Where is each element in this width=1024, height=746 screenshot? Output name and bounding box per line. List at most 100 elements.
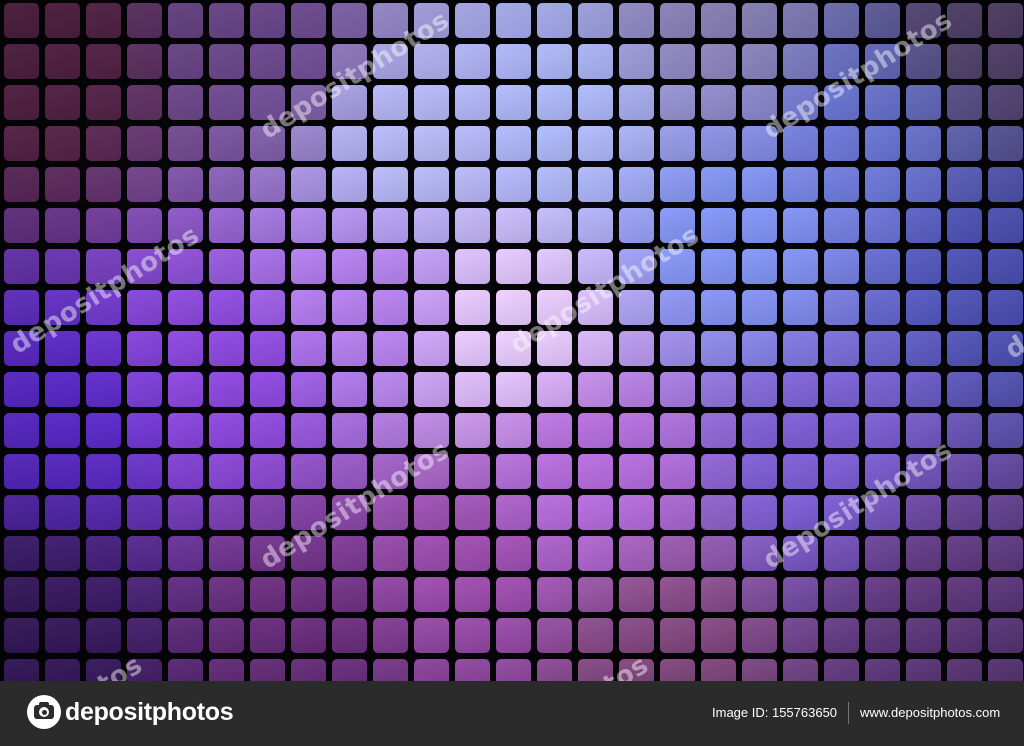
mosaic-tile: [578, 44, 613, 79]
mosaic-tile: [578, 454, 613, 489]
mosaic-tile: [291, 167, 326, 202]
mosaic-tile: [701, 618, 736, 653]
mosaic-tile: [4, 249, 39, 284]
mosaic-tile: [865, 454, 900, 489]
mosaic-tile: [619, 413, 654, 448]
mosaic-tile: [373, 3, 408, 38]
mosaic-tile: [86, 85, 121, 120]
mosaic-tile: [824, 85, 859, 120]
brand-logo[interactable]: depositphotos: [27, 695, 234, 729]
mosaic-tile: [250, 3, 285, 38]
mosaic-tile: [250, 659, 285, 681]
mosaic-tile: [127, 618, 162, 653]
mosaic-tile: [701, 577, 736, 612]
mosaic-tile: [373, 577, 408, 612]
mosaic-tile: [86, 3, 121, 38]
mosaic-tile: [660, 331, 695, 366]
mosaic-tile: [127, 372, 162, 407]
mosaic-tile: [127, 249, 162, 284]
mosaic-tile: [45, 167, 80, 202]
mosaic-tile: [496, 126, 531, 161]
mosaic-tile: [701, 413, 736, 448]
mosaic-tile: [209, 577, 244, 612]
mosaic-tile: [4, 167, 39, 202]
mosaic-tile: [619, 3, 654, 38]
mosaic-tile: [865, 44, 900, 79]
mosaic-tile: [86, 208, 121, 243]
mosaic-tile: [537, 659, 572, 681]
mosaic-tile: [86, 536, 121, 571]
mosaic-tile: [988, 372, 1023, 407]
mosaic-tile: [865, 290, 900, 325]
mosaic-tile: [250, 331, 285, 366]
mosaic-tile: [578, 372, 613, 407]
site-url-link[interactable]: www.depositphotos.com: [860, 705, 1000, 720]
mosaic-tile: [373, 290, 408, 325]
mosaic-tile: [414, 495, 449, 530]
tile-grid: [0, 0, 1024, 681]
mosaic-tile: [373, 167, 408, 202]
mosaic-tile: [496, 536, 531, 571]
mosaic-tile: [209, 126, 244, 161]
mosaic-tile: [4, 3, 39, 38]
mosaic-tile: [209, 208, 244, 243]
mosaic-tile: [4, 208, 39, 243]
mosaic-tile: [250, 495, 285, 530]
mosaic-tile: [373, 372, 408, 407]
mosaic-tile: [168, 372, 203, 407]
mosaic-tile: [824, 536, 859, 571]
mosaic-tile: [619, 495, 654, 530]
mosaic-tile: [947, 249, 982, 284]
mosaic-tile: [701, 331, 736, 366]
mosaic-tile: [86, 659, 121, 681]
mosaic-tile: [455, 331, 490, 366]
mosaic-tile: [250, 618, 285, 653]
mosaic-tile: [86, 126, 121, 161]
mosaic-tile: [783, 372, 818, 407]
mosaic-tile: [906, 413, 941, 448]
mosaic-tile: [455, 659, 490, 681]
mosaic-tile: [4, 126, 39, 161]
mosaic-tile: [660, 618, 695, 653]
mosaic-tile: [824, 44, 859, 79]
mosaic-tile: [742, 454, 777, 489]
mosaic-tile: [209, 249, 244, 284]
mosaic-tile: [455, 536, 490, 571]
mosaic-tile: [455, 454, 490, 489]
mosaic-tile: [209, 372, 244, 407]
mosaic-tile: [906, 126, 941, 161]
mosaic-tile: [291, 454, 326, 489]
mosaic-tile: [332, 577, 367, 612]
mosaic-tile: [250, 167, 285, 202]
mosaic-tile: [988, 290, 1023, 325]
mosaic-tile: [906, 454, 941, 489]
mosaic-tile: [660, 577, 695, 612]
mosaic-tile: [988, 618, 1023, 653]
mosaic-tile: [127, 3, 162, 38]
mosaic-tile: [537, 331, 572, 366]
mosaic-tile: [373, 413, 408, 448]
mosaic-tile: [496, 659, 531, 681]
mosaic-tile: [127, 536, 162, 571]
mosaic-tile: [865, 372, 900, 407]
mosaic-tile: [168, 536, 203, 571]
mosaic-tile: [414, 372, 449, 407]
mosaic-tile: [988, 454, 1023, 489]
mosaic-tile: [783, 413, 818, 448]
mosaic-tile: [947, 372, 982, 407]
mosaic-tile: [701, 536, 736, 571]
mosaic-tile: [250, 290, 285, 325]
mosaic-tile: [988, 249, 1023, 284]
mosaic-tile: [45, 413, 80, 448]
mosaic-tile: [947, 126, 982, 161]
mosaic-tile: [660, 495, 695, 530]
mosaic-tile: [455, 126, 490, 161]
mosaic-tile: [742, 167, 777, 202]
mosaic-tile: [209, 454, 244, 489]
mosaic-tile: [865, 3, 900, 38]
mosaic-tile: [783, 3, 818, 38]
mosaic-tile: [742, 44, 777, 79]
mosaic-tile: [783, 85, 818, 120]
mosaic-tile: [373, 85, 408, 120]
mosaic-tile: [414, 208, 449, 243]
